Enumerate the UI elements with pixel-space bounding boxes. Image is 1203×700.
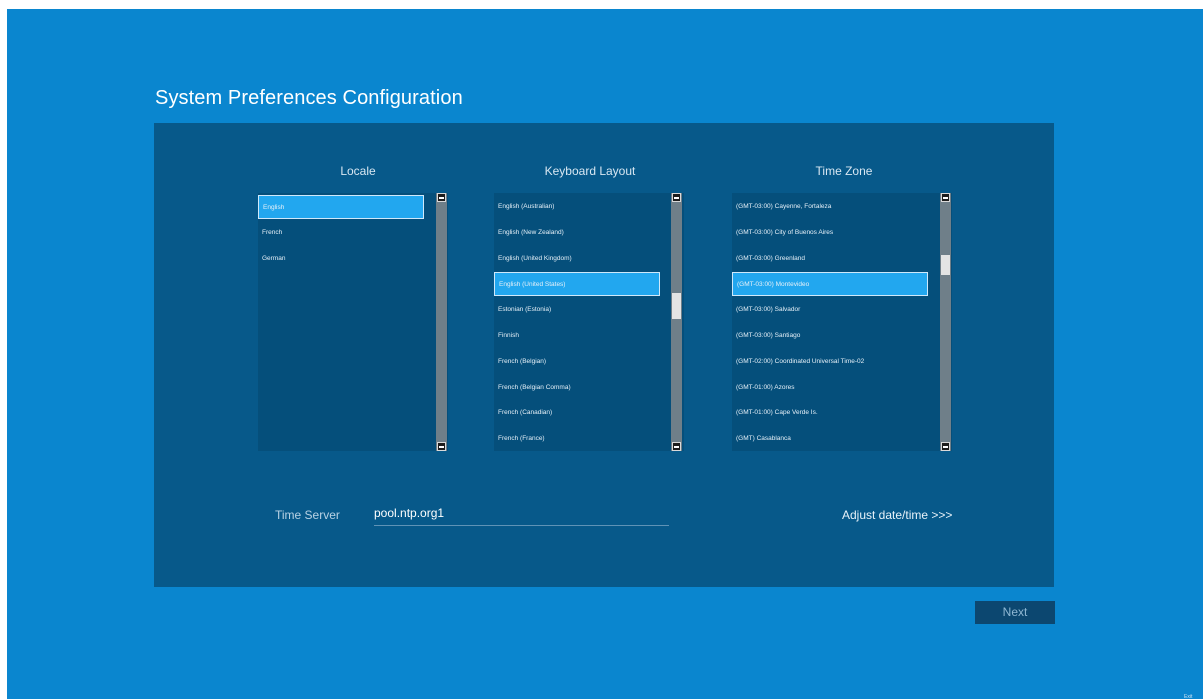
list-item[interactable]: English [258, 195, 424, 219]
scroll-up-icon[interactable] [437, 193, 446, 202]
time-server-input[interactable] [374, 501, 669, 526]
list-item[interactable]: English (United States) [494, 272, 660, 297]
list-item[interactable]: French (France) [494, 427, 660, 451]
list-item[interactable]: French (Belgian Comma) [494, 376, 660, 400]
list-item[interactable]: English (New Zealand) [494, 221, 660, 245]
timezone-list[interactable]: (GMT-03:00) Cayenne, Fortaleza (GMT-03:00… [732, 193, 952, 451]
locale-header: Locale [340, 164, 376, 178]
scroll-down-icon[interactable] [941, 442, 950, 451]
timezone-scrollbar[interactable] [940, 193, 951, 451]
list-item[interactable]: (GMT-03:00) Santiago [732, 324, 928, 348]
list-item[interactable]: English (United Kingdom) [494, 247, 660, 271]
scroll-down-icon[interactable] [437, 442, 446, 451]
list-item[interactable]: (GMT) Casablanca [732, 427, 928, 451]
keyboard-scrollbar[interactable] [671, 193, 682, 451]
list-item[interactable]: (GMT-03:00) Salvador [732, 298, 928, 322]
list-item[interactable]: Estonian (Estonia) [494, 298, 660, 322]
list-item[interactable]: French [258, 221, 424, 245]
setup-screen: System Preferences Configuration Locale … [7, 9, 1203, 700]
scroll-thumb[interactable] [672, 293, 681, 319]
next-button[interactable]: Next [975, 601, 1055, 624]
list-item[interactable]: Finnish [494, 324, 660, 348]
page-title: System Preferences Configuration [155, 87, 463, 109]
locale-scrollbar[interactable] [436, 193, 447, 451]
timezone-header: Time Zone [815, 164, 873, 178]
scroll-up-icon[interactable] [941, 193, 950, 202]
list-item[interactable]: (GMT-03:00) City of Buenos Aires [732, 221, 928, 245]
list-item[interactable]: (GMT-03:00) Greenland [732, 247, 928, 271]
scroll-down-icon[interactable] [672, 442, 681, 451]
list-item[interactable]: (GMT-03:00) Montevideo [732, 272, 928, 297]
list-item[interactable]: German [258, 247, 424, 271]
exit-link[interactable]: Exit [1184, 694, 1192, 700]
locale-list[interactable]: English French German [258, 193, 448, 451]
list-item[interactable]: English (Australian) [494, 195, 660, 219]
time-server-label: Time Server [275, 508, 340, 522]
scroll-up-icon[interactable] [672, 193, 681, 202]
list-item[interactable]: (GMT-03:00) Cayenne, Fortaleza [732, 195, 928, 219]
keyboard-layout-list[interactable]: English (Australian) English (New Zealand… [494, 193, 684, 451]
list-item[interactable]: (GMT-01:00) Cape Verde Is. [732, 401, 928, 425]
keyboard-header: Keyboard Layout [544, 164, 636, 178]
adjust-datetime-link[interactable]: Adjust date/time >>> [842, 508, 952, 522]
list-item[interactable]: (GMT-02:00) Coordinated Universal Time-0… [732, 350, 928, 374]
list-item[interactable]: French (Belgian) [494, 350, 660, 374]
scroll-thumb[interactable] [941, 255, 950, 275]
preferences-panel: Locale English French German Keyboard Layo… [154, 123, 1054, 587]
list-item[interactable]: French (Canadian) [494, 401, 660, 425]
list-item[interactable]: (GMT-01:00) Azores [732, 376, 928, 400]
